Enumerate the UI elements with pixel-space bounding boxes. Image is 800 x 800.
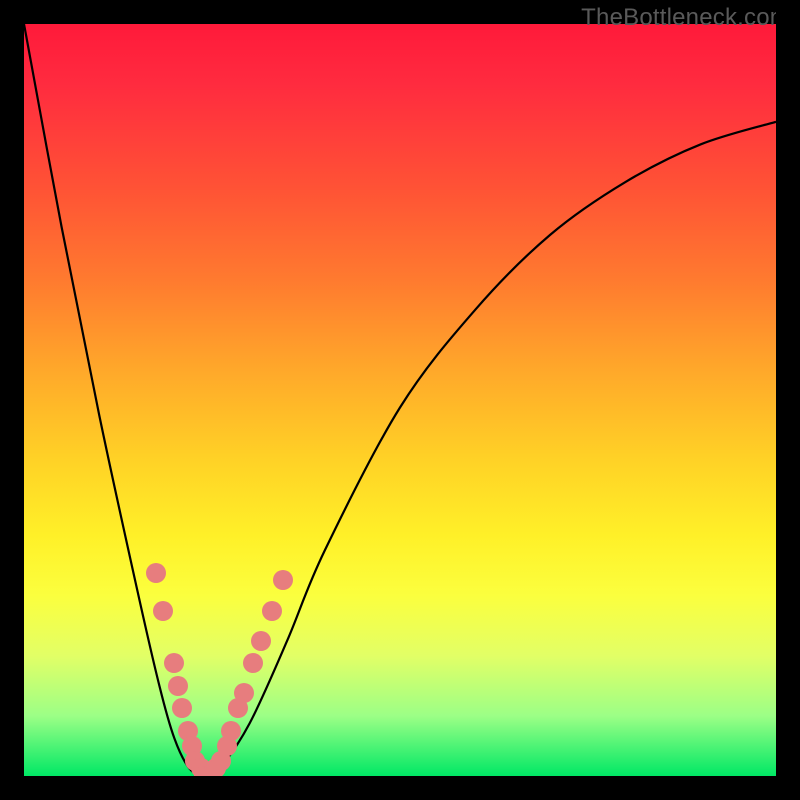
data-marker bbox=[234, 683, 254, 703]
data-marker bbox=[243, 653, 263, 673]
data-marker bbox=[262, 601, 282, 621]
bottleneck-curve bbox=[24, 24, 776, 776]
data-marker bbox=[146, 563, 166, 583]
data-marker bbox=[172, 698, 192, 718]
data-marker bbox=[164, 653, 184, 673]
data-marker bbox=[251, 631, 271, 651]
data-marker bbox=[153, 601, 173, 621]
chart-plot-area bbox=[24, 24, 776, 776]
watermark-text: TheBottleneck.com bbox=[581, 4, 790, 32]
data-marker bbox=[273, 570, 293, 590]
data-marker bbox=[168, 676, 188, 696]
data-marker bbox=[221, 721, 241, 741]
